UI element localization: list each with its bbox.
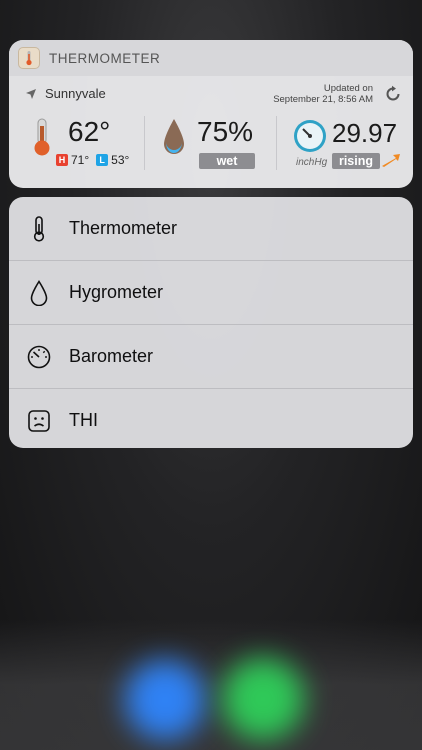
menu-item-thermometer[interactable]: Thermometer xyxy=(9,197,413,261)
updated-timestamp: Updated on September 21, 8:56 AM xyxy=(273,83,373,105)
location-label: Sunnyvale xyxy=(45,86,106,101)
droplet-icon xyxy=(27,279,51,306)
divider xyxy=(144,116,145,170)
location-arrow-icon xyxy=(26,88,36,99)
gauge-icon xyxy=(27,345,51,369)
refresh-icon[interactable] xyxy=(384,85,402,103)
blurred-app-icon-green xyxy=(222,658,304,740)
weather-widget[interactable]: THERMOMETER Sunnyvale Updated on Septemb… xyxy=(9,40,413,188)
high-badge: H xyxy=(56,154,68,166)
high-low: H 71° L 53° xyxy=(56,153,129,167)
menu-item-label: THI xyxy=(69,410,98,430)
high-value: 71° xyxy=(71,153,90,167)
menu-item-label: Thermometer xyxy=(69,218,178,238)
temperature-value: 62° xyxy=(68,116,111,147)
thermometer-gauge-icon xyxy=(34,118,50,156)
humidity-value: 75% xyxy=(197,116,254,147)
thermometer-icon xyxy=(27,215,51,242)
low-badge: L xyxy=(96,154,109,166)
pressure-unit: inchHg xyxy=(296,157,328,168)
widget-header: THERMOMETER xyxy=(9,40,413,76)
menu-item-label: Barometer xyxy=(69,346,154,366)
trend-up-icon xyxy=(382,154,400,167)
background-blur xyxy=(0,620,422,750)
face-icon xyxy=(27,409,51,433)
pressure-trend-badge: rising xyxy=(332,153,380,169)
blurred-app-icon-blue xyxy=(125,660,205,740)
menu-item-barometer[interactable]: Barometer xyxy=(9,325,413,389)
app-title: THERMOMETER xyxy=(49,50,161,66)
location: Sunnyvale xyxy=(25,86,106,101)
low-value: 53° xyxy=(111,153,130,167)
menu-item-hygrometer[interactable]: Hygrometer xyxy=(9,261,413,325)
updated-date: September 21, 8:56 AM xyxy=(273,94,373,105)
water-drop-icon xyxy=(164,119,184,154)
divider xyxy=(276,116,277,170)
pressure-value: 29.97 xyxy=(332,118,398,148)
updated-label: Updated on xyxy=(323,83,373,94)
humidity-status-badge: wet xyxy=(199,153,255,169)
menu-item-label: Hygrometer xyxy=(69,282,164,302)
quick-actions-menu: Thermometer Hygrometer Barometer THI xyxy=(9,197,413,448)
menu-item-thi[interactable]: THI xyxy=(9,389,413,448)
barometer-gauge-icon xyxy=(294,120,326,152)
app-thermometer-icon xyxy=(18,47,40,69)
